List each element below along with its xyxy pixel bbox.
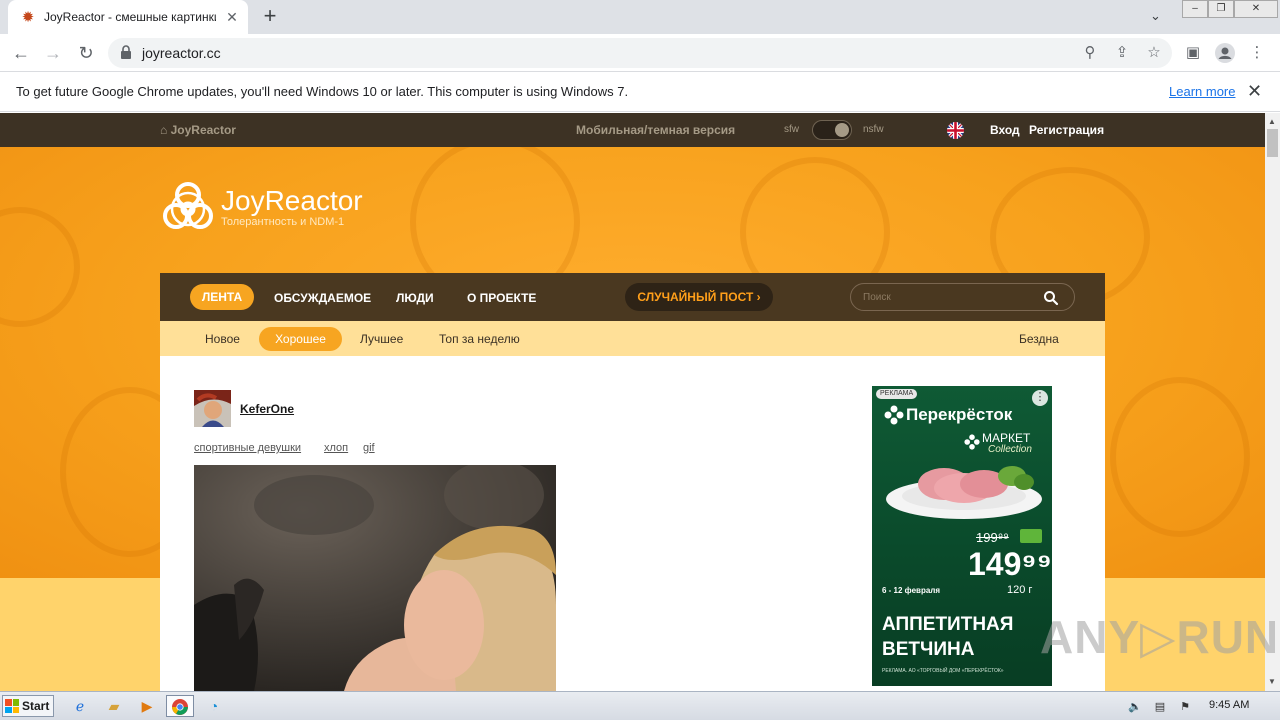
- update-infobar: To get future Google Chrome updates, you…: [0, 72, 1280, 112]
- address-bar[interactable]: joyreactor.cc ⚲ ⇪ ☆: [108, 38, 1172, 68]
- ad-options-icon[interactable]: ⋮: [1032, 390, 1048, 406]
- file-explorer-icon[interactable]: ▰: [100, 695, 128, 717]
- login-link[interactable]: Вход: [990, 123, 1020, 137]
- start-label: Start: [22, 699, 50, 713]
- register-link[interactable]: Регистрация: [1029, 123, 1104, 137]
- media-player-icon[interactable]: ▶: [133, 695, 161, 717]
- toggle-knob: [835, 123, 849, 137]
- search-icon[interactable]: [1043, 290, 1059, 306]
- perekrestok-logo-icon: [884, 405, 904, 425]
- nav-item-feed[interactable]: ЛЕНТА: [190, 284, 254, 310]
- post-tag-link[interactable]: gif: [363, 442, 375, 454]
- minimize-window-button[interactable]: –: [1182, 0, 1208, 18]
- nsfw-label: nsfw: [863, 124, 884, 135]
- banner-face-decoration: [0, 207, 80, 327]
- restore-window-button[interactable]: ❐: [1208, 0, 1234, 18]
- main-content: KeferOne спортивные девушки хлоп gif РЕК…: [160, 356, 1105, 691]
- advertisement-banner[interactable]: РЕКЛАМА ⋮ Перекрёсток МАРКЕТ Collection: [872, 386, 1052, 686]
- forward-arrow-icon[interactable]: →: [42, 42, 64, 64]
- post-tag-link[interactable]: спортивные девушки: [194, 442, 301, 454]
- browser-tabstrip: ✹ JoyReactor - смешные картинки и ✕ + ⌄ …: [0, 0, 1280, 34]
- nav-item-about[interactable]: О ПРОЕКТЕ: [467, 291, 536, 305]
- ad-brand-name: Перекрёсток: [906, 405, 1013, 424]
- ad-headline: АППЕТИТНАЯ ВЕТЧИНА: [882, 614, 1014, 660]
- scroll-up-arrow-icon[interactable]: ▲: [1268, 117, 1277, 126]
- tab-close-icon[interactable]: ✕: [224, 9, 240, 25]
- main-nav: ЛЕНТА ОБСУЖДАЕМОЕ ЛЮДИ О ПРОЕКТЕ СЛУЧАЙН…: [160, 273, 1105, 321]
- subnav-item-new[interactable]: Новое: [205, 332, 240, 346]
- ad-dates: 6 - 12 февраля: [882, 586, 941, 595]
- chrome-taskbar-icon[interactable]: [166, 695, 194, 717]
- nav-item-people[interactable]: ЛЮДИ: [396, 291, 434, 305]
- site-topbar: ⌂ JoyReactor Мобильная/темная версия sfw…: [0, 113, 1265, 147]
- ad-fine-print: РЕКЛАМА. АО «ТОРГОВЫЙ ДОМ «ПЕРЕКРЁСТОК»: [882, 668, 1004, 674]
- post-gif-image[interactable]: [194, 465, 556, 691]
- subnav-item-abyss[interactable]: Бездна: [1019, 332, 1059, 346]
- sub-nav: Новое Хорошее Лучшее Топ за неделю Бездн…: [160, 321, 1105, 356]
- start-button[interactable]: Start: [2, 695, 54, 717]
- tab-title: JoyReactor - смешные картинки и: [44, 10, 216, 24]
- url-text: joyreactor.cc: [142, 45, 221, 61]
- zoom-icon[interactable]: ⚲: [1080, 43, 1100, 63]
- ad-label: РЕКЛАМА: [876, 389, 918, 399]
- browser-tab[interactable]: ✹ JoyReactor - смешные картинки и ✕: [8, 0, 248, 34]
- banner-face-decoration: [1110, 377, 1250, 537]
- bookmark-star-icon[interactable]: ☆: [1144, 43, 1164, 63]
- sfw-nsfw-toggle[interactable]: [812, 120, 852, 140]
- ad-market-label: МАРКЕТ: [982, 431, 1031, 445]
- ad-old-price: 199⁹⁹: [976, 530, 1009, 545]
- ad-weight: 120 г: [1007, 584, 1033, 596]
- edge-taskbar-icon[interactable]: ◔: [200, 695, 228, 717]
- nav-item-discussed[interactable]: ОБСУЖДАЕМОЕ: [274, 291, 371, 305]
- side-panel-icon[interactable]: ▣: [1182, 42, 1204, 64]
- infobar-close-icon[interactable]: ✕: [1247, 81, 1262, 102]
- post-tag-link[interactable]: хлоп: [324, 442, 348, 454]
- subnav-item-best[interactable]: Лучшее: [360, 332, 403, 346]
- market-logo-icon: [964, 434, 980, 450]
- site-logo-name[interactable]: JoyReactor: [221, 185, 363, 217]
- new-tab-button[interactable]: +: [258, 5, 282, 29]
- page-scrollbar[interactable]: ▲ ▼: [1265, 113, 1280, 691]
- back-arrow-icon[interactable]: ←: [10, 42, 32, 64]
- sfw-label: sfw: [784, 124, 799, 135]
- user-avatar[interactable]: [194, 390, 231, 427]
- ham-plate-image: [886, 466, 1042, 519]
- uk-flag-icon[interactable]: [947, 122, 964, 139]
- subnav-item-top-week[interactable]: Топ за неделю: [439, 332, 520, 346]
- subnav-item-good[interactable]: Хорошее: [259, 327, 342, 351]
- close-window-button[interactable]: ✕: [1234, 0, 1278, 18]
- home-link[interactable]: ⌂ JoyReactor: [160, 123, 236, 137]
- chrome-menu-icon[interactable]: ⋮: [1246, 42, 1268, 64]
- anyrun-watermark: ANY▷RUN: [1040, 611, 1280, 663]
- share-icon[interactable]: ⇪: [1112, 43, 1132, 63]
- scroll-down-arrow-icon[interactable]: ▼: [1268, 677, 1277, 686]
- search-box: [850, 283, 1075, 311]
- speaker-icon[interactable]: 🔈: [1127, 699, 1143, 715]
- learn-more-link[interactable]: Learn more: [1169, 84, 1235, 99]
- infobar-message: To get future Google Chrome updates, you…: [16, 84, 629, 99]
- post-author-link[interactable]: KeferOne: [240, 402, 294, 416]
- windows-taskbar: Start ℯ ▰ ▶ ◔ 🔈 ▤ ⚑ 9:45 AM: [0, 691, 1280, 720]
- reload-icon[interactable]: ↻: [75, 42, 97, 64]
- random-post-button[interactable]: СЛУЧАЙНЫЙ ПОСТ ›: [625, 283, 773, 311]
- search-input[interactable]: [863, 290, 1023, 304]
- home-link-label: JoyReactor: [170, 123, 236, 137]
- ad-discount-tag-icon: [1020, 529, 1042, 543]
- ad-new-price: 149⁹⁹: [968, 546, 1052, 582]
- browser-toolbar: ← → ↻ joyreactor.cc ⚲ ⇪ ☆ ▣ ⋮: [0, 34, 1280, 72]
- profile-avatar-icon[interactable]: [1214, 42, 1236, 64]
- windows-logo-icon: [5, 699, 19, 713]
- page-viewport: ⌂ JoyReactor Мобильная/темная версия sfw…: [0, 113, 1265, 691]
- lock-icon: [121, 45, 131, 59]
- site-tagline: Толерантность и NDM-1: [221, 216, 345, 228]
- action-center-flag-icon[interactable]: ⚑: [1177, 699, 1193, 715]
- tab-search-chevron-icon[interactable]: ⌄: [1150, 8, 1161, 24]
- joyreactor-favicon-icon: ✹: [21, 9, 35, 26]
- network-icon[interactable]: ▤: [1152, 699, 1168, 715]
- internet-explorer-icon[interactable]: ℯ: [66, 695, 94, 717]
- biohazard-logo-icon[interactable]: [160, 181, 216, 237]
- taskbar-clock[interactable]: 9:45 AM: [1209, 699, 1249, 711]
- mobile-version-link[interactable]: Мобильная/темная версия: [576, 123, 735, 137]
- scrollbar-thumb[interactable]: [1267, 129, 1278, 157]
